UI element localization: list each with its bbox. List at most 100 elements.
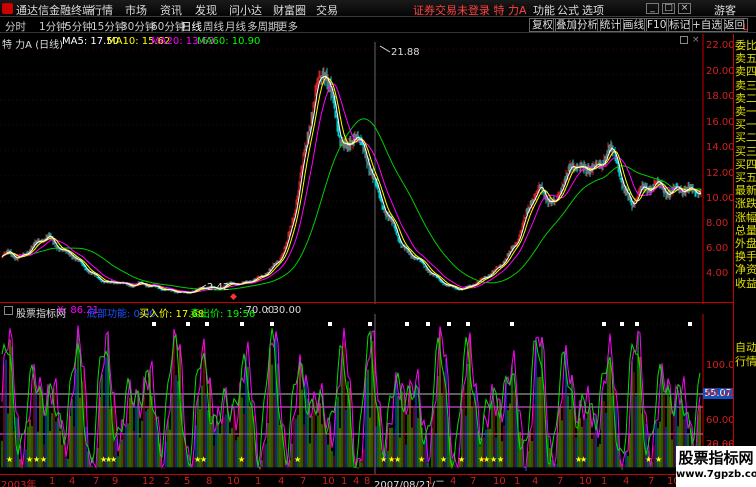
- signal-dot-icon: [510, 322, 514, 326]
- login-notice[interactable]: 证券交易未登录 特 力A: [413, 2, 527, 18]
- date-label: 7: [300, 476, 307, 487]
- app-logo-icon: [2, 3, 13, 14]
- sell-star-icon: ★: [297, 314, 304, 316]
- period-5min[interactable]: 5分钟: [65, 19, 93, 34]
- buy-star-icon: ★: [497, 455, 504, 464]
- sell-star-icon: ★: [478, 314, 485, 316]
- signal-dot-icon: [186, 322, 190, 326]
- sell-star-icon: ★: [376, 314, 383, 316]
- adjust-button[interactable]: 复权: [529, 18, 556, 32]
- date-label: 4: [532, 476, 539, 487]
- signal-dot-icon: [205, 322, 209, 326]
- date-label: 1: [341, 476, 348, 487]
- menu-options[interactable]: 选项: [582, 2, 604, 18]
- minimize-button[interactable]: _: [646, 3, 659, 14]
- date-label: 10: [227, 476, 240, 487]
- buy-star-icon: ★: [380, 455, 387, 464]
- signal-dot-icon: [240, 322, 244, 326]
- buy-star-icon: ★: [40, 455, 47, 464]
- buy-star-icon: ★: [440, 455, 447, 464]
- buy-star-icon: ★: [6, 455, 13, 464]
- sell-star-icon: ★: [422, 314, 429, 316]
- price-chart-gridlines: [0, 48, 703, 278]
- add-watchlist-button[interactable]: +自选: [689, 18, 725, 32]
- buy-star-icon: ★: [200, 455, 207, 464]
- menu-quotes[interactable]: 行情: [91, 2, 113, 18]
- price-tick-label: 6.00: [706, 243, 729, 254]
- signal-dot-icon: [620, 322, 624, 326]
- menu-trade[interactable]: 交易: [316, 2, 338, 18]
- maximize-button[interactable]: □: [662, 3, 675, 14]
- guest-account[interactable]: 游客: [714, 2, 736, 18]
- date-label: 1: [601, 476, 608, 487]
- date-label: 2003年: [1, 480, 37, 487]
- date-label: 7: [648, 476, 655, 487]
- sell-star-icon: ★: [236, 314, 243, 316]
- buy-star-icon: ★: [294, 455, 301, 464]
- date-label: 10: [322, 476, 335, 487]
- ma5-line: [1, 75, 702, 294]
- period-multi[interactable]: 多周期: [247, 19, 279, 34]
- signal-dot-icon: [602, 322, 606, 326]
- sell-star-icon: ★: [8, 314, 15, 316]
- period-more[interactable]: 更多: [277, 19, 298, 34]
- price-tick-label: 20.00: [706, 66, 735, 77]
- date-label: 2: [164, 476, 171, 487]
- price-tick-label: 14.00: [706, 142, 735, 153]
- date-label: 12: [142, 476, 155, 487]
- date-label: 1: [427, 476, 434, 487]
- date-label: 7: [470, 476, 477, 487]
- side-item[interactable]: 收益: [735, 275, 756, 291]
- price-tick-label: 22.00: [706, 40, 735, 51]
- buy-star-icon: ★: [458, 455, 465, 464]
- menu-news[interactable]: 资讯: [160, 2, 182, 18]
- menu-function[interactable]: 功能: [533, 2, 555, 18]
- indicator-chart[interactable]: ★★★★★★★★★★★★★★★★★★★★★★★★★★★★★★★★★★★★★★★★…: [0, 314, 733, 474]
- signal-dot-icon: [270, 322, 274, 326]
- sell-star-icon: ★: [198, 314, 205, 316]
- title-bar: [0, 0, 756, 17]
- side-panel-toggle-icon[interactable]: L: [743, 22, 755, 34]
- sell-star-icon: ★: [495, 314, 502, 316]
- login-status: 证券交易未登录: [413, 4, 490, 17]
- buy-star-icon: ★: [238, 455, 245, 464]
- date-label: 9: [112, 476, 119, 487]
- sell-star-icon: ★: [275, 314, 282, 316]
- price-tick-label: 18.00: [706, 91, 735, 102]
- sell-star-icon: ★: [397, 314, 404, 316]
- ma10-line: [1, 76, 702, 293]
- menu-discover[interactable]: 发现: [195, 2, 217, 18]
- sell-star-icon: ★: [116, 314, 123, 316]
- menu-wealth[interactable]: 财富圈: [273, 2, 306, 18]
- signal-dot-icon: [368, 322, 372, 326]
- stock-name-title: 特 力A: [493, 4, 527, 17]
- date-label: 4: [450, 476, 457, 487]
- menu-market[interactable]: 市场: [125, 2, 147, 18]
- buy-star-icon: ★: [394, 455, 401, 464]
- sell-star-icon: ★: [37, 314, 44, 316]
- date-label: 4: [278, 476, 285, 487]
- draw-button[interactable]: 画线: [620, 18, 647, 32]
- period-weekly[interactable]: 周线: [203, 19, 224, 34]
- signal-dot-icon: [447, 322, 451, 326]
- price-chart[interactable]: 21.88 2.42 ◆: [0, 34, 733, 304]
- side-item[interactable]: 行情: [735, 353, 756, 369]
- low-price-label: 2.42: [207, 282, 229, 293]
- period-daily[interactable]: 日线: [181, 19, 202, 34]
- date-label: 10: [579, 476, 592, 487]
- period-monthly[interactable]: 月线: [225, 19, 246, 34]
- price-tick-label: 10.00: [706, 193, 735, 204]
- period-1min[interactable]: 1分钟: [39, 19, 67, 34]
- sell-star-icon: ★: [645, 314, 652, 316]
- close-button[interactable]: ×: [678, 3, 691, 14]
- period-tick[interactable]: 分时: [5, 19, 26, 34]
- price-tick-label: 12.00: [706, 168, 735, 179]
- signal-dot-icon: [405, 322, 409, 326]
- menu-formula[interactable]: 公式: [557, 2, 579, 18]
- price-tick-label: 16.00: [706, 117, 735, 128]
- price-tick-label: 8.00: [706, 218, 729, 229]
- date-label: 4: [353, 476, 360, 487]
- menu-assistant[interactable]: 问小达: [229, 2, 262, 18]
- date-label: 10: [493, 476, 506, 487]
- buy-star-icon: ★: [580, 455, 587, 464]
